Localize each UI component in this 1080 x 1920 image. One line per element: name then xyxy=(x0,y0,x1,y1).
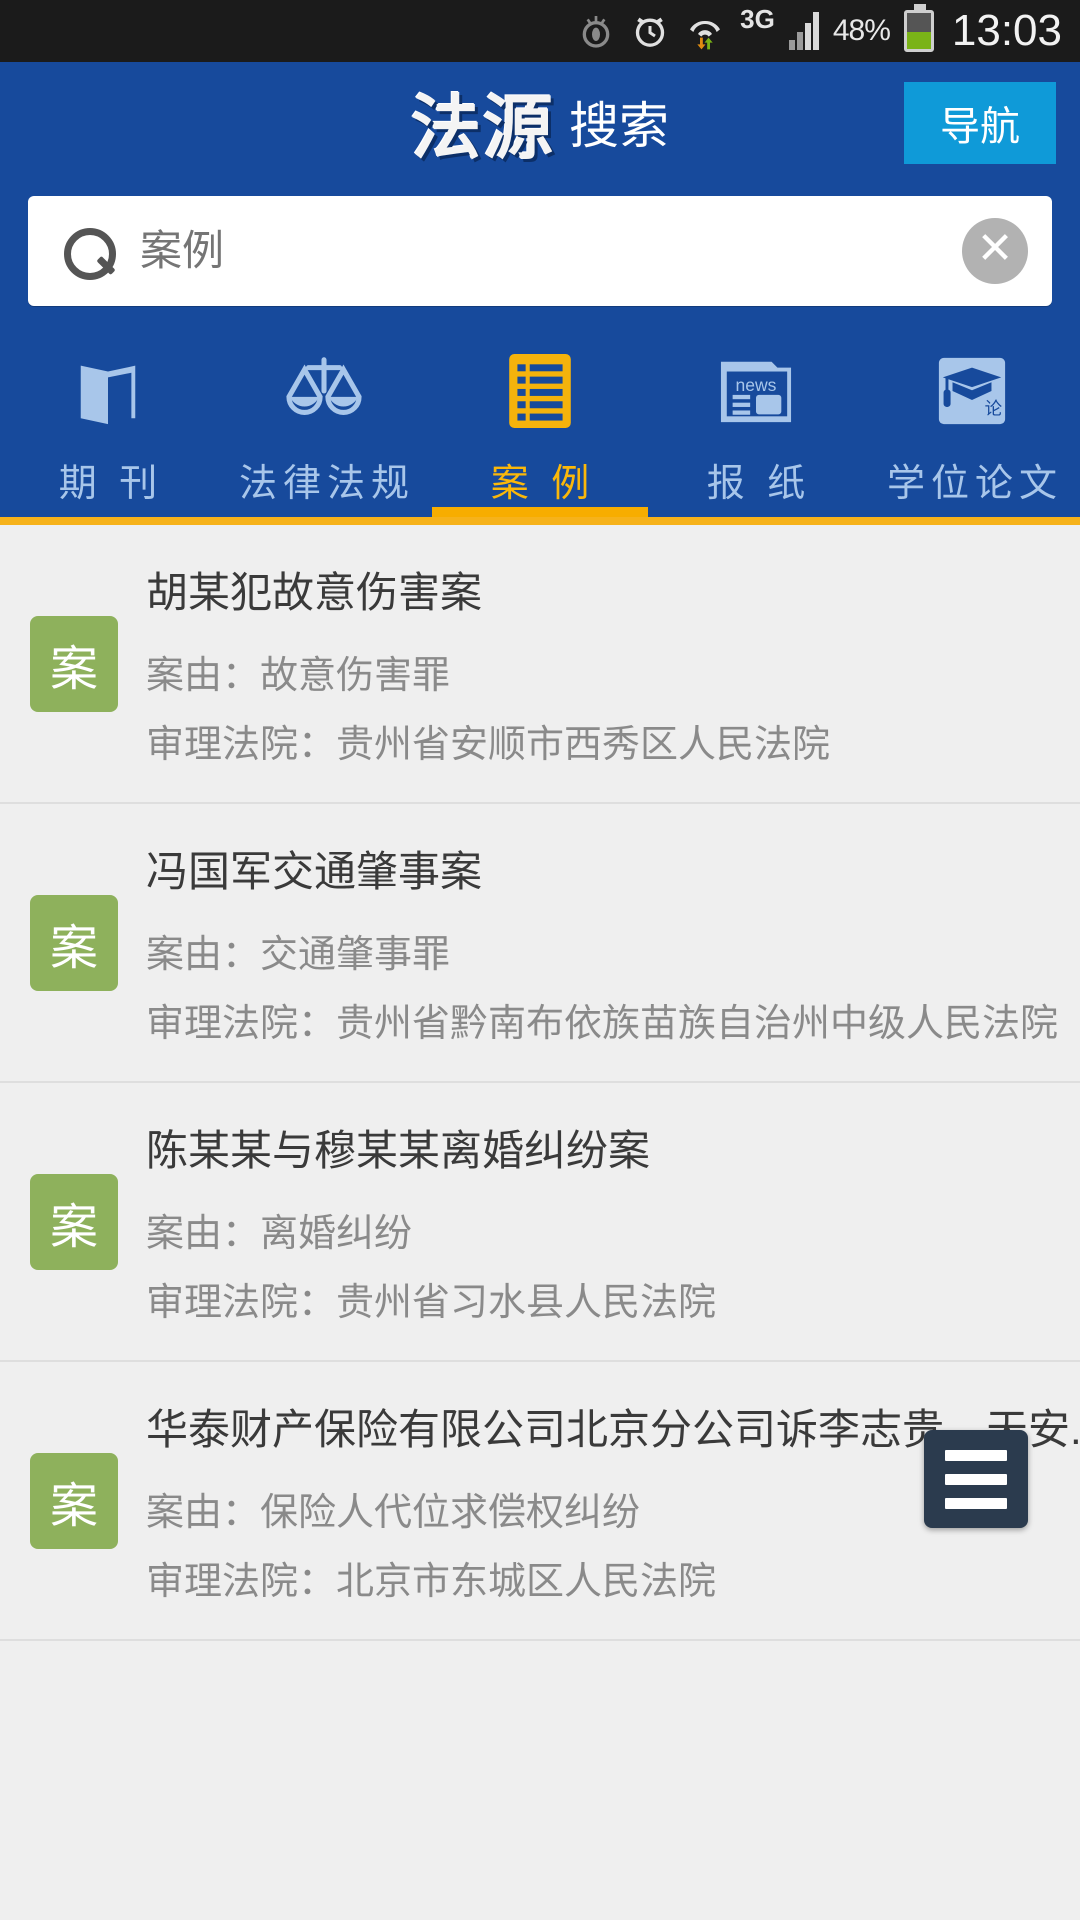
tab-label: 案 例 xyxy=(490,463,596,505)
active-tab-indicator-row xyxy=(0,507,1080,517)
tab-newspapers[interactable]: news 报 纸 xyxy=(648,352,864,507)
case-badge: 案 xyxy=(30,1452,118,1549)
graduation-cap-icon: 论 xyxy=(934,352,1010,430)
category-tabs: 期 刊 法律法规 案 例 news 报 纸 论 学位论文 xyxy=(0,306,1080,507)
scales-of-justice-icon xyxy=(281,352,367,430)
book-icon xyxy=(72,352,144,430)
list-item[interactable]: 案 陈某某与穆某某离婚纠纷案 案由：离婚纠纷 审理法院：贵州省习水县人民法院 xyxy=(0,1083,1080,1362)
app-logo: 法源 xyxy=(411,86,555,169)
case-document-icon xyxy=(505,352,575,430)
tab-cases[interactable]: 案 例 xyxy=(432,352,648,507)
case-court: 审理法院：贵州省黔南布依族苗族自治州中级人民法院 xyxy=(146,1003,1059,1045)
smart-stay-icon xyxy=(576,11,616,51)
search-icon xyxy=(62,226,116,280)
tab-theses[interactable]: 论 学位论文 xyxy=(864,352,1080,507)
tab-laws[interactable]: 法律法规 xyxy=(216,352,432,507)
case-court: 审理法院：北京市东城区人民法院 xyxy=(146,1561,717,1603)
search-area: ✕ xyxy=(0,182,1080,306)
search-bar[interactable]: ✕ xyxy=(28,196,1052,306)
case-badge: 案 xyxy=(30,615,118,712)
newspaper-icon: news xyxy=(716,352,796,430)
active-tab-indicator xyxy=(432,507,648,517)
list-item-body: 胡某犯故意伤害案 案由：故意伤害罪 审理法院：贵州省安顺市西秀区人民法院 xyxy=(146,559,1080,768)
list-item[interactable]: 案 胡某犯故意伤害案 案由：故意伤害罪 审理法院：贵州省安顺市西秀区人民法院 xyxy=(0,525,1080,804)
list-item[interactable]: 案 冯国军交通肇事案 案由：交通肇事罪 审理法院：贵州省黔南布依族苗族自治州中级… xyxy=(0,804,1080,1083)
case-cause: 案由：故意伤害罪 xyxy=(146,655,451,697)
tab-journals[interactable]: 期 刊 xyxy=(0,352,216,507)
tabs-divider xyxy=(0,517,1080,525)
signal-bars-icon xyxy=(788,12,819,50)
tab-label: 法律法规 xyxy=(238,463,415,505)
wifi-data-icon xyxy=(684,11,726,51)
network-type-label: 3G xyxy=(740,4,775,34)
case-court: 审理法院：贵州省安顺市西秀区人民法院 xyxy=(146,724,831,766)
brand-row: 法源 搜索 导航 xyxy=(0,62,1080,182)
svg-text:论: 论 xyxy=(985,399,1003,419)
list-item-body: 陈某某与穆某某离婚纠纷案 案由：离婚纠纷 审理法院：贵州省习水县人民法院 xyxy=(146,1117,1080,1326)
case-badge: 案 xyxy=(30,1173,118,1270)
case-court: 审理法院：贵州省习水县人民法院 xyxy=(146,1282,717,1324)
results-list: 案 胡某犯故意伤害案 案由：故意伤害罪 审理法院：贵州省安顺市西秀区人民法院 案… xyxy=(0,525,1080,1641)
search-input[interactable] xyxy=(112,227,962,275)
status-bar: 3G 48% 13:03 xyxy=(0,0,1080,62)
alarm-icon xyxy=(630,11,670,51)
list-item-body: 冯国军交通肇事案 案由：交通肇事罪 审理法院：贵州省黔南布依族苗族自治州中级人民… xyxy=(146,838,1080,1047)
list-item[interactable]: 案 华泰财产保险有限公司北京分公司诉李志贵、天安... 案由：保险人代位求偿权纠… xyxy=(0,1362,1080,1641)
clear-icon[interactable]: ✕ xyxy=(962,218,1028,284)
case-badge: 案 xyxy=(30,894,118,991)
app-logo-subtitle: 搜索 xyxy=(569,98,669,154)
case-cause: 案由：交通肇事罪 xyxy=(146,934,451,976)
case-cause: 案由：离婚纠纷 xyxy=(146,1213,413,1255)
clock-label: 13:03 xyxy=(951,6,1062,55)
tab-label: 期 刊 xyxy=(58,463,164,505)
hamburger-menu-icon[interactable] xyxy=(924,1430,1028,1528)
tab-label: 报 纸 xyxy=(706,463,812,505)
app-header: 法源 搜索 导航 ✕ 期 刊 xyxy=(0,62,1080,525)
case-title: 胡某犯故意伤害案 xyxy=(146,569,483,616)
battery-percent-label: 48% xyxy=(832,14,891,47)
case-title: 冯国军交通肇事案 xyxy=(146,848,483,895)
nav-button[interactable]: 导航 xyxy=(904,82,1056,164)
case-title: 陈某某与穆某某离婚纠纷案 xyxy=(146,1127,651,1174)
tab-label: 学位论文 xyxy=(886,463,1063,505)
svg-text:news: news xyxy=(736,375,777,395)
battery-icon xyxy=(903,4,934,52)
